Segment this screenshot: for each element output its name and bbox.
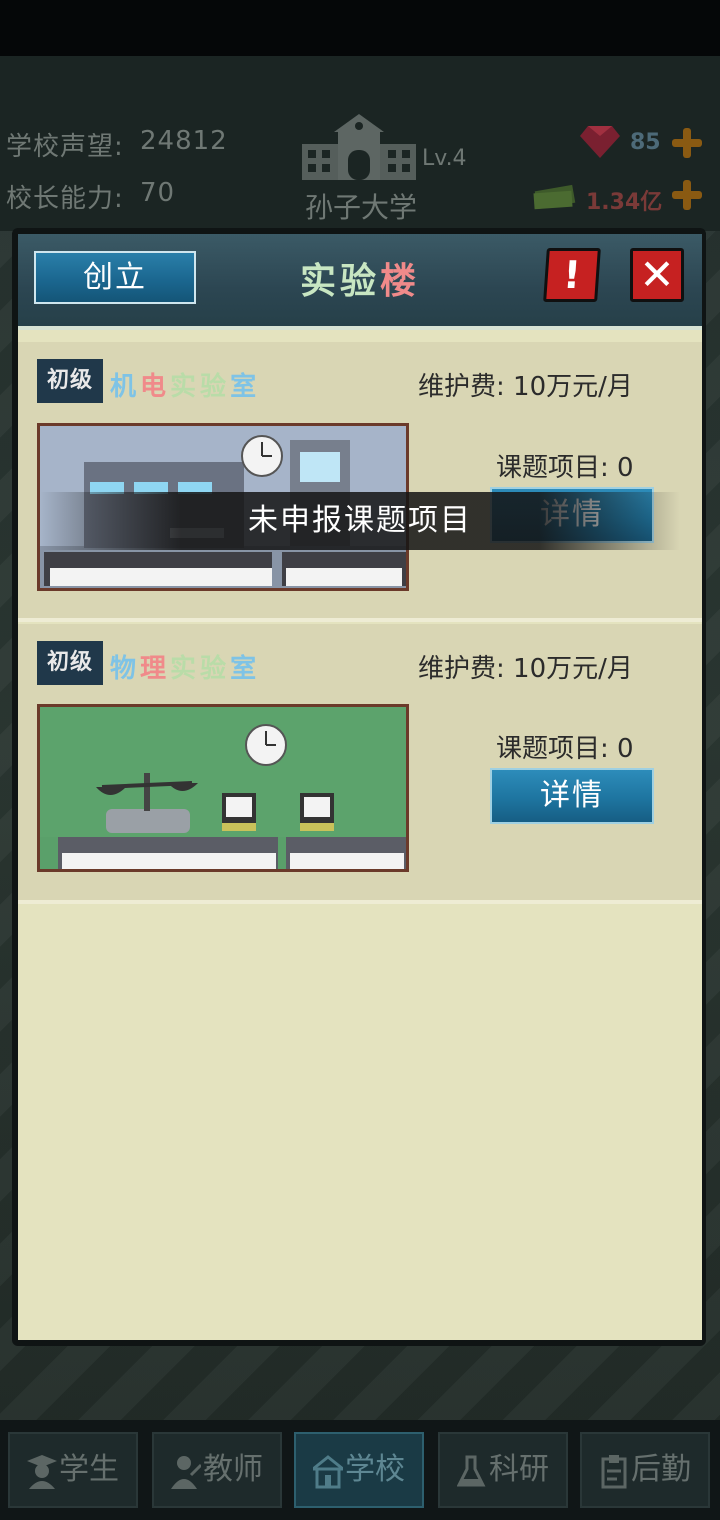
lab-name-char: 实 (170, 654, 201, 684)
student-icon (27, 1454, 57, 1489)
lab-name-char: 机 (110, 372, 141, 402)
add-gems-button[interactable] (672, 128, 702, 158)
school-building-icon (302, 114, 416, 180)
nav-tab-teachers[interactable]: 教师 (152, 1432, 282, 1508)
lab-name-char: 实 (170, 372, 201, 402)
nav-tab-students[interactable]: 学生 (8, 1432, 138, 1508)
nav-label: 科研 (489, 1452, 549, 1487)
physics-lab-image (37, 704, 409, 872)
nav-label: 学生 (59, 1452, 119, 1487)
nav-label: 学校 (345, 1452, 405, 1487)
school-icon (313, 1454, 343, 1488)
lab-level-tag: 初级 (37, 641, 103, 685)
close-button[interactable]: ✕ (630, 248, 684, 302)
school-level: Lv.4 (422, 146, 467, 171)
lab-name-char: 室 (230, 372, 261, 402)
lab-name-char: 验 (200, 654, 231, 684)
clipboard-icon (601, 1454, 627, 1488)
nav-tab-research[interactable]: 科研 (438, 1432, 568, 1508)
lab-name-char: 验 (200, 372, 231, 402)
found-button[interactable]: 创立 (34, 251, 196, 304)
lab-name-char: 理 (140, 654, 171, 684)
project-count: 课题项目: 0 (496, 734, 634, 764)
flask-icon (457, 1455, 486, 1486)
dialog-title-part1: 实验 (299, 261, 380, 302)
lab-name: 机电实验室 (110, 366, 260, 403)
lab-name-char: 电 (140, 372, 171, 402)
lab-level-tag: 初级 (37, 359, 103, 403)
dialog-title-part2: 楼 (380, 261, 421, 302)
info-button[interactable]: ! (543, 248, 601, 302)
nav-tab-school[interactable]: 学校 (294, 1432, 424, 1508)
maintenance-fee: 维护费: 10万元/月 (418, 654, 633, 684)
lab-name: 物理实验室 (110, 648, 260, 685)
status-bar (0, 0, 720, 56)
ability-value: 70 (140, 178, 176, 208)
detail-button[interactable]: 详情 (490, 768, 654, 824)
toast-message: 未申报课题项目 (40, 492, 680, 550)
nav-label: 后勤 (631, 1452, 691, 1487)
nav-label: 教师 (203, 1452, 263, 1487)
maintenance-fee: 维护费: 10万元/月 (418, 372, 633, 402)
reputation-label: 学校声望: (6, 132, 124, 162)
nav-tab-logistics[interactable]: 后勤 (580, 1432, 710, 1508)
dialog-title: 实验楼 (270, 252, 450, 304)
lab-name-char: 室 (230, 654, 261, 684)
lab-name-char: 物 (110, 654, 141, 684)
cash-icon (533, 184, 576, 210)
money-value: 1.34亿 (586, 190, 663, 215)
gem-icon (580, 126, 620, 158)
add-money-button[interactable] (672, 180, 702, 210)
teacher-icon (171, 1455, 201, 1489)
reputation-value: 24812 (140, 126, 228, 156)
project-count: 课题项目: 0 (496, 453, 634, 483)
school-name: 孙子大学 (304, 191, 417, 224)
gems-value: 85 (630, 130, 661, 155)
ability-label: 校长能力: (6, 184, 124, 214)
